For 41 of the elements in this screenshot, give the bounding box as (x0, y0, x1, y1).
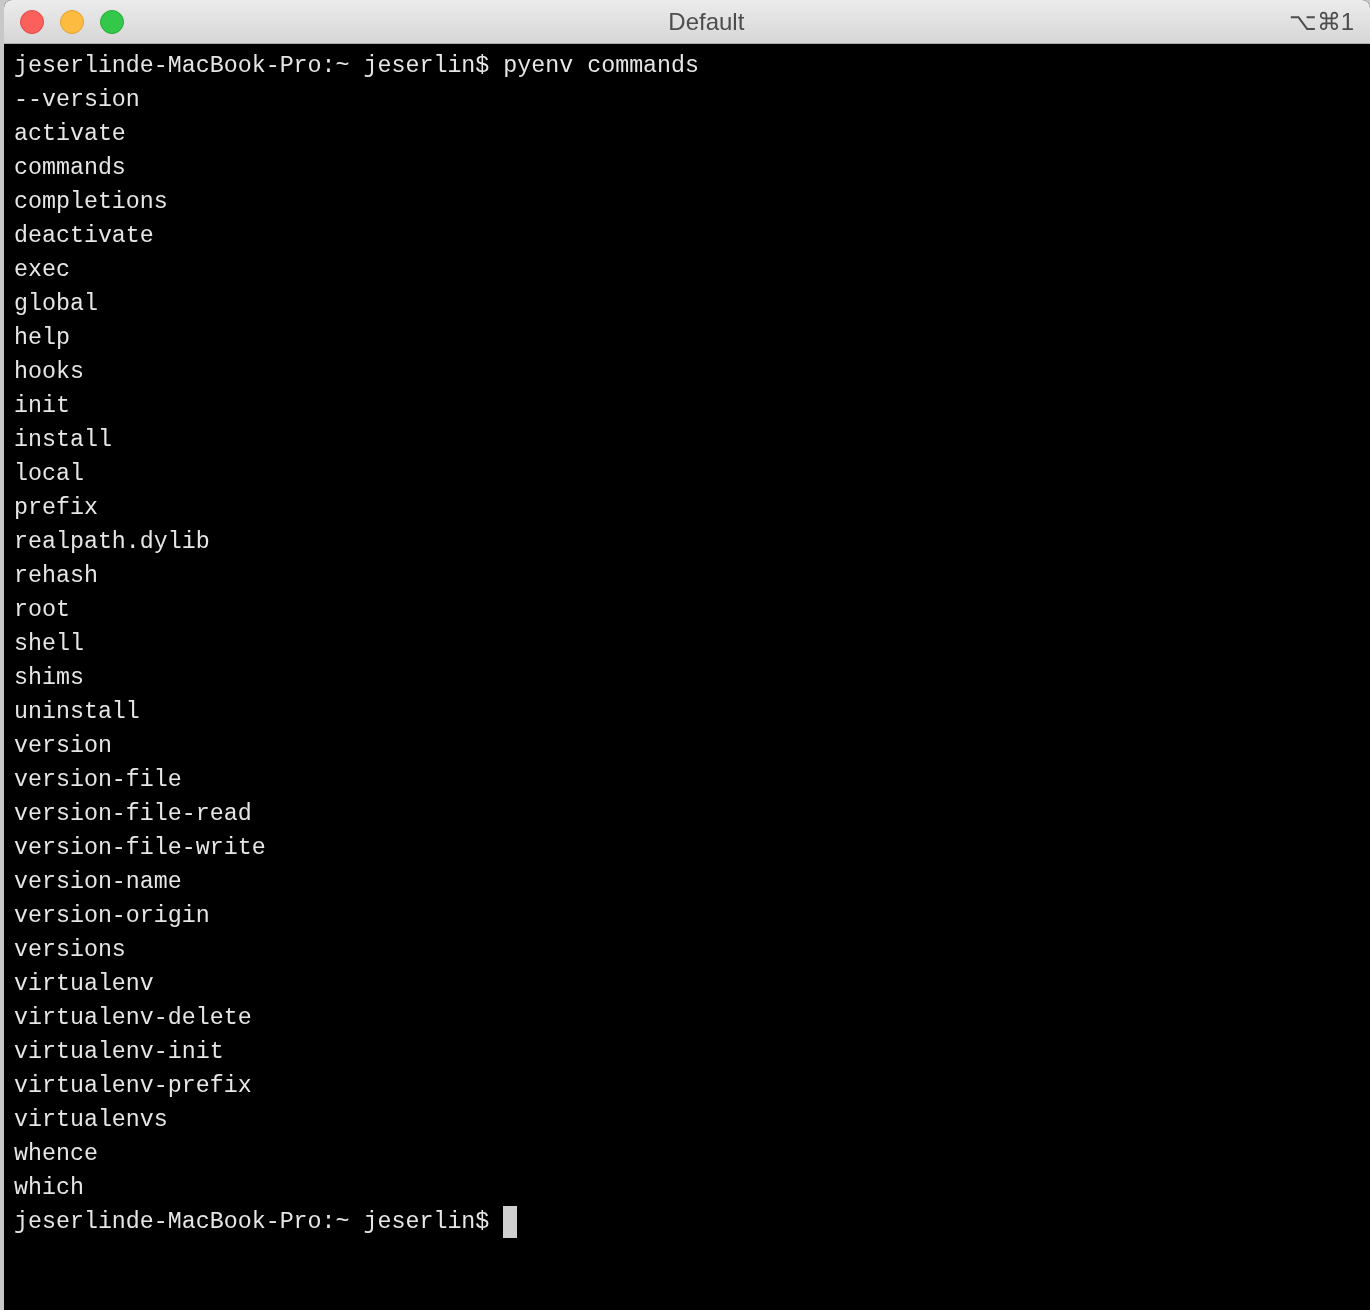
shortcut-label: ⌥⌘1 (1288, 6, 1354, 37)
output-line: shell (14, 631, 84, 657)
output-line: uninstall (14, 699, 140, 725)
prompt-line: jeserlinde-MacBook-Pro:~ jeserlin$ (14, 1208, 491, 1237)
output-line: shims (14, 665, 84, 691)
output-line: root (14, 597, 70, 623)
output-line: local (14, 461, 84, 487)
output-line: which (14, 1175, 84, 1201)
output-line: virtualenv-delete (14, 1005, 252, 1031)
output-line: version-file-write (14, 835, 266, 861)
output-line: virtualenv-init (14, 1039, 224, 1065)
output-line: realpath.dylib (14, 529, 210, 555)
output-line: virtualenv-prefix (14, 1073, 252, 1099)
output-line: activate (14, 121, 126, 147)
output-line: exec (14, 257, 70, 283)
output-line: init (14, 393, 70, 419)
output-line: hooks (14, 359, 84, 385)
output-line: global (14, 291, 98, 317)
output-line: whence (14, 1141, 98, 1167)
close-button[interactable] (20, 9, 44, 34)
output-line: commands (14, 155, 126, 181)
output-line: completions (14, 189, 168, 215)
output-line: versions (14, 937, 126, 963)
minimize-button[interactable] (60, 9, 84, 34)
output-line: jeserlinde-MacBook-Pro:~ jeserlin$ pyenv commands (14, 53, 700, 79)
output-line: rehash (14, 563, 98, 589)
output-line: version-file-read (14, 801, 252, 827)
output-line: version (14, 733, 112, 759)
output-line: version-file (14, 767, 182, 793)
output-line: version-name (14, 869, 182, 895)
output-line: version-origin (14, 903, 210, 929)
output-line: virtualenv (14, 971, 154, 997)
output-line: deactivate (14, 223, 154, 249)
text-cursor (503, 1206, 518, 1238)
zoom-button[interactable] (100, 9, 124, 34)
output-line: help (14, 325, 70, 351)
window-title: Default (668, 6, 745, 37)
output-line: install (14, 427, 112, 453)
output-line: prefix (14, 495, 98, 521)
output-line: --version (14, 87, 140, 113)
output-line: virtualenvs (14, 1107, 168, 1133)
